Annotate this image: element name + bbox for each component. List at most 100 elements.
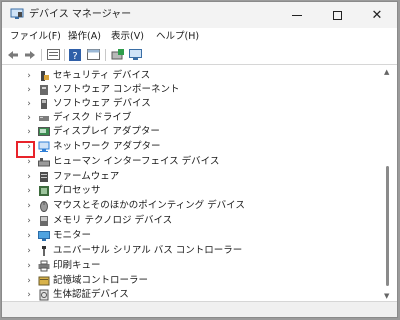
expand-chevron-icon[interactable]: › bbox=[24, 274, 34, 288]
update-driver-icon bbox=[111, 48, 124, 59]
biometric-icon bbox=[37, 289, 50, 301]
help-button[interactable]: ? bbox=[68, 48, 82, 61]
device-tree[interactable]: › セキュリティ デバイス › ソフトウェア コンポーネント › ソフトウェア … bbox=[6, 66, 378, 302]
close-button[interactable]: ✕ bbox=[357, 2, 397, 28]
tree-item-display-adapters[interactable]: › ディスプレイ アダプター bbox=[6, 125, 378, 139]
show-hidden-button[interactable] bbox=[86, 48, 100, 61]
expand-chevron-icon[interactable]: › bbox=[24, 111, 34, 125]
tree-item-human-interface-devices[interactable]: › ヒューマン インターフェイス デバイス bbox=[6, 155, 378, 169]
scan-hardware-button[interactable] bbox=[128, 48, 142, 61]
tree-item-label: 生体認証デバイス bbox=[53, 289, 129, 300]
tree-item-label: ディスプレイ アダプター bbox=[53, 126, 160, 137]
expand-chevron-icon[interactable]: › bbox=[24, 214, 34, 228]
tree-item-label: ファームウェア bbox=[53, 171, 120, 182]
printer-icon bbox=[37, 260, 50, 272]
tree-item-disk-drives[interactable]: › ディスク ドライブ bbox=[6, 111, 378, 125]
tree-item-monitors[interactable]: › モニター bbox=[6, 229, 378, 243]
firmware-icon bbox=[37, 171, 50, 183]
tree-item-mice-and-pointing-devices[interactable]: › マウスとそのほかのポインティング デバイス bbox=[6, 199, 378, 213]
monitor-icon bbox=[37, 230, 50, 242]
toolbar-separator bbox=[105, 49, 106, 61]
tree-item-label: モニター bbox=[53, 230, 92, 241]
scan-hardware-monitor-icon bbox=[128, 48, 142, 60]
tree-item-label: ソフトウェア デバイス bbox=[53, 98, 151, 109]
minimize-button[interactable] bbox=[277, 2, 317, 28]
forward-button[interactable] bbox=[23, 48, 37, 61]
toolbar: ? bbox=[2, 45, 397, 65]
menu-help[interactable]: ヘルプ(H) bbox=[154, 30, 201, 43]
expand-chevron-icon[interactable]: › bbox=[24, 288, 34, 302]
title-bar: デバイス マネージャー ✕ bbox=[2, 2, 397, 28]
disk-drive-icon bbox=[37, 112, 50, 124]
tree-item-label: 記憶域コントローラー bbox=[53, 275, 149, 286]
storage-controller-icon bbox=[37, 275, 50, 287]
menu-action[interactable]: 操作(A) bbox=[66, 30, 103, 43]
minimize-icon bbox=[292, 14, 302, 16]
update-driver-button[interactable] bbox=[110, 48, 124, 61]
back-arrow-icon bbox=[8, 50, 18, 59]
show-hidden-icon bbox=[86, 49, 100, 60]
scroll-down-arrow-icon[interactable]: ▼ bbox=[384, 292, 389, 300]
menu-bar: ファイル(F) 操作(A) 表示(V) ヘルプ(H) bbox=[2, 28, 397, 45]
scrollbar-thumb[interactable] bbox=[386, 166, 389, 286]
tree-item-network-adapters[interactable]: › ネットワーク アダプター bbox=[6, 140, 378, 154]
network-adapter-icon bbox=[37, 141, 50, 153]
expand-chevron-icon[interactable]: › bbox=[24, 259, 34, 273]
window-title: デバイス マネージャー bbox=[29, 9, 132, 20]
tree-item-processors[interactable]: › プロセッサ bbox=[6, 184, 378, 198]
tree-item-label: 印刷キュー bbox=[53, 260, 101, 271]
menu-view[interactable]: 表示(V) bbox=[109, 30, 146, 43]
expand-chevron-icon[interactable]: › bbox=[24, 184, 34, 198]
expand-chevron-icon[interactable]: › bbox=[24, 125, 34, 139]
hid-icon bbox=[37, 156, 50, 168]
close-icon: ✕ bbox=[371, 7, 383, 23]
tree-item-label: ヒューマン インターフェイス デバイス bbox=[53, 156, 220, 167]
toolbar-separator bbox=[41, 49, 42, 61]
processor-icon bbox=[37, 185, 50, 197]
tree-item-storage-controllers[interactable]: › 記憶域コントローラー bbox=[6, 274, 378, 288]
tree-item-print-queues[interactable]: › 印刷キュー bbox=[6, 259, 378, 273]
tree-item-security-devices[interactable]: › セキュリティ デバイス bbox=[6, 69, 378, 83]
tree-item-label: ユニバーサル シリアル バス コントローラー bbox=[53, 245, 243, 256]
device-manager-window: デバイス マネージャー ✕ ファイル(F) 操作(A) 表示(V) ヘルプ(H)… bbox=[1, 1, 398, 318]
display-adapter-icon bbox=[37, 126, 50, 138]
tree-item-biometric-devices[interactable]: › 生体認証デバイス bbox=[6, 288, 378, 302]
maximize-button[interactable] bbox=[317, 2, 357, 28]
toolbar-separator bbox=[64, 49, 65, 61]
maximize-icon bbox=[332, 10, 342, 20]
properties-button[interactable] bbox=[46, 48, 60, 61]
software-device-icon bbox=[37, 98, 50, 110]
tree-item-label: メモリ テクノロジ デバイス bbox=[53, 215, 173, 226]
memory-icon bbox=[37, 215, 50, 227]
software-component-icon bbox=[37, 84, 50, 96]
tree-item-label: ソフトウェア コンポーネント bbox=[53, 84, 180, 95]
expand-chevron-icon[interactable]: › bbox=[24, 69, 34, 83]
back-button[interactable] bbox=[6, 48, 20, 61]
tree-item-label: ネットワーク アダプター bbox=[53, 141, 161, 152]
tree-item-label: セキュリティ デバイス bbox=[53, 70, 151, 81]
tree-item-software-components[interactable]: › ソフトウェア コンポーネント bbox=[6, 83, 378, 97]
status-bar bbox=[2, 301, 397, 317]
tree-item-usb-controllers[interactable]: › ユニバーサル シリアル バス コントローラー bbox=[6, 244, 378, 258]
expand-chevron-icon[interactable]: › bbox=[24, 229, 34, 243]
menu-file[interactable]: ファイル(F) bbox=[8, 30, 63, 43]
mouse-icon bbox=[37, 200, 50, 212]
security-device-icon bbox=[37, 70, 50, 82]
help-icon: ? bbox=[69, 48, 81, 61]
vertical-scrollbar[interactable]: ▲ ▼ bbox=[382, 66, 394, 302]
device-manager-app-icon bbox=[10, 8, 24, 20]
tree-item-memory-technology-devices[interactable]: › メモリ テクノロジ デバイス bbox=[6, 214, 378, 228]
tree-item-software-devices[interactable]: › ソフトウェア デバイス bbox=[6, 97, 378, 111]
usb-icon bbox=[37, 245, 50, 257]
scroll-up-arrow-icon[interactable]: ▲ bbox=[384, 68, 389, 76]
expand-chevron-icon[interactable]: › bbox=[24, 83, 34, 97]
tree-item-label: マウスとそのほかのポインティング デバイス bbox=[53, 200, 245, 211]
tree-item-label: プロセッサ bbox=[53, 185, 101, 196]
expand-chevron-icon[interactable]: › bbox=[24, 170, 34, 184]
expand-chevron-icon[interactable]: › bbox=[24, 199, 34, 213]
tree-item-firmware[interactable]: › ファームウェア bbox=[6, 170, 378, 184]
tree-item-label: ディスク ドライブ bbox=[53, 112, 132, 123]
expand-chevron-icon[interactable]: › bbox=[24, 97, 34, 111]
expand-chevron-icon[interactable]: › bbox=[24, 244, 34, 258]
forward-arrow-icon bbox=[25, 50, 35, 59]
